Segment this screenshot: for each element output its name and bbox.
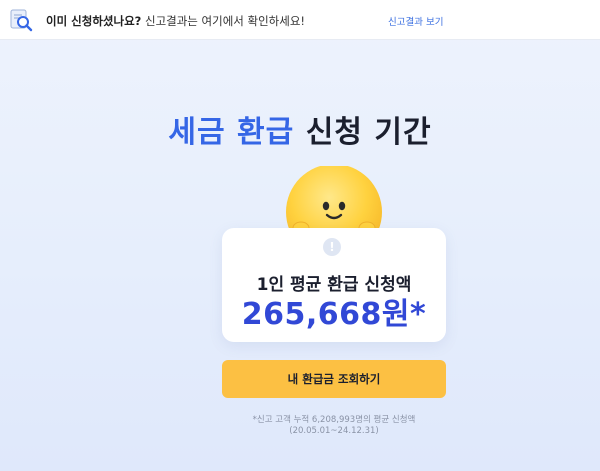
view-result-link[interactable]: 신고결과 보기 [388, 14, 443, 28]
exclamation-circle-icon: ! [323, 238, 341, 256]
top-notice-bar: 이미 신청하셨나요? 신고결과는 여기에서 확인하세요! 신고결과 보기 [0, 0, 600, 40]
notice-text: 이미 신청하셨나요? 신고결과는 여기에서 확인하세요! [46, 13, 305, 29]
title-rest: 신청 기간 [305, 115, 432, 150]
check-my-refund-button[interactable]: 내 환급금 조회하기 [222, 360, 446, 398]
average-refund-card: ! 1인 평균 환급 신청액 265,668원* [222, 228, 446, 342]
footnote-line-1: *신고 고객 누적 6,208,993명의 평균 신청액 [252, 415, 416, 425]
page-title: 세금 환급 신청 기간 [0, 107, 600, 151]
footnote-line-2: (20.05.01~24.12.31) [289, 426, 379, 436]
average-refund-amount: 265,668원* [241, 297, 427, 332]
document-search-icon [10, 9, 33, 32]
notice-question: 이미 신청하셨나요? [46, 14, 142, 28]
notice-message: 신고결과는 여기에서 확인하세요! [144, 14, 306, 28]
title-highlight: 세금 환급 [168, 115, 295, 150]
